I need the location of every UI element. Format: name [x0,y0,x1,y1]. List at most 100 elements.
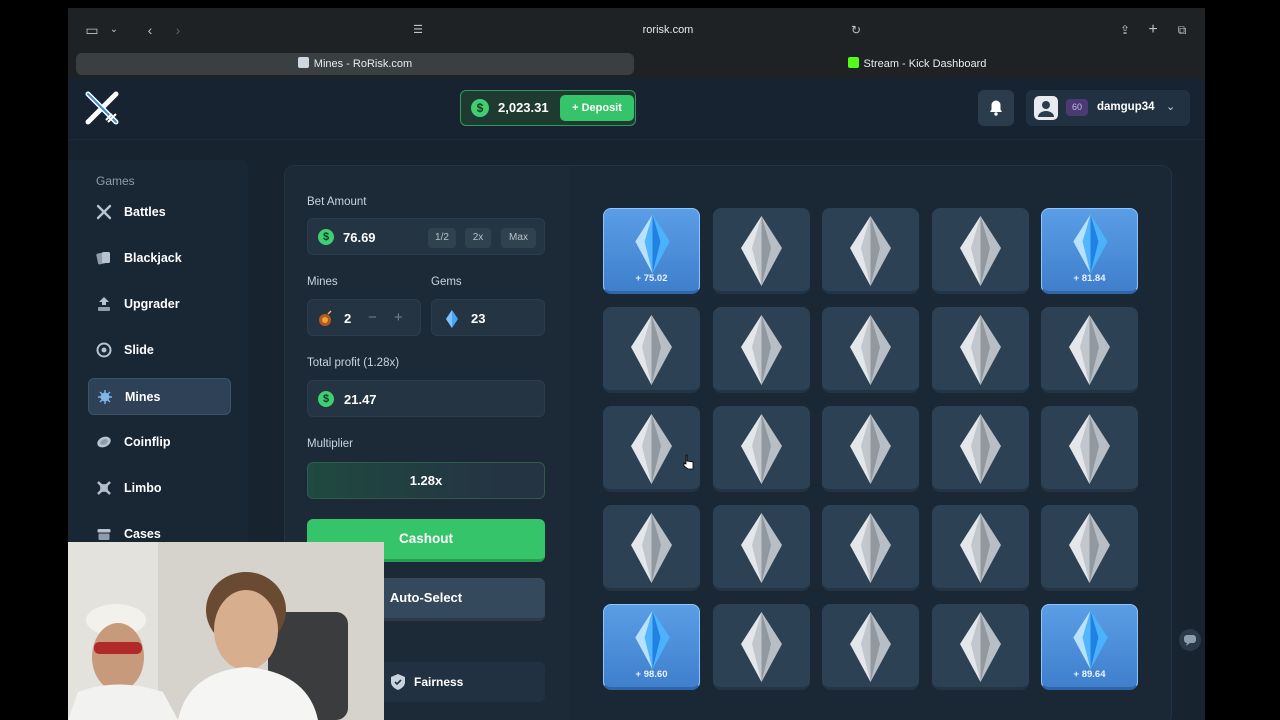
blue-gem-icon [635,610,670,670]
sidebar-item-battles[interactable]: Battles [88,194,231,231]
total-profit-label: Total profit (1.28x) [307,357,400,369]
silver-gem-icon [850,513,891,583]
user-silhouette-icon [1038,101,1054,117]
crossed-swords-icon [96,204,112,220]
sidebar-item-label: Slide [124,343,154,357]
increment-button[interactable]: + [394,309,403,326]
new-tab-icon[interactable]: + [1143,20,1163,40]
silver-gem-icon [850,216,891,286]
hidden-tile[interactable] [1041,406,1138,492]
rorisk-favicon-icon [297,57,309,68]
dollar-coin-icon: $ [471,99,489,117]
rorisk-logo[interactable] [84,90,120,126]
hidden-tile[interactable] [712,307,810,393]
decrement-button[interactable]: − [368,309,377,326]
user-menu[interactable]: 60 damgup34 ⌄ [1026,90,1190,126]
sidebar-item-blackjack[interactable]: Blackjack [88,240,231,277]
reader-icon[interactable]: ☰ [408,20,428,40]
chevron-down-icon: ⌄ [1166,101,1176,113]
hidden-tile[interactable] [1041,307,1138,393]
gem-payout-value: + 75.02 [635,273,668,284]
reload-icon[interactable]: ↻ [846,20,866,40]
max-bet-button[interactable]: Max [501,228,536,248]
sidebar-item-label: Cases [124,527,161,541]
hidden-tile[interactable] [822,208,919,294]
fairness-label: Fairness [414,675,464,689]
bet-amount-field[interactable]: $ 76.69 1/2 2x Max [307,218,545,255]
hidden-tile[interactable] [603,505,700,591]
silver-gem-icon [740,414,782,484]
hidden-tile[interactable] [712,505,810,591]
tab-label: Mines - RoRisk.com [313,58,413,70]
blue-gem-icon [635,214,670,274]
chat-button[interactable] [1179,629,1201,651]
hidden-tile[interactable] [1041,505,1138,591]
deposit-button[interactable]: + Deposit [560,95,634,121]
back-icon[interactable]: ‹ [140,20,160,40]
double-bet-button[interactable]: 2x [465,228,491,248]
mines-stepper[interactable]: 2 − + [307,299,421,336]
hidden-tile[interactable] [712,208,810,294]
bell-icon [990,100,1002,116]
balance-amount: 2,023.31 [498,100,549,115]
tab-bar: Mines - RoRisk.com Stream - Kick Dashboa… [68,52,1205,78]
silver-gem-icon [740,612,782,682]
hidden-tile[interactable] [822,604,919,690]
silver-gem-icon [631,315,672,385]
silver-gem-icon [631,414,672,484]
share-icon[interactable]: ⇪ [1115,20,1135,40]
limbo-icon [97,481,111,495]
sidebar-item-label: Mines [125,390,161,404]
notifications-button[interactable] [978,90,1014,126]
hidden-tile[interactable] [712,604,810,690]
sidebar-item-upgrader[interactable]: Upgrader [88,286,231,323]
revealed-gem-tile[interactable]: + 98.60 [603,604,700,690]
hidden-tile[interactable] [931,307,1029,393]
silver-gem-icon [959,315,1001,385]
chevron-down-icon[interactable]: ⌄ [104,20,124,40]
blue-gem-icon [1073,214,1108,274]
silver-gem-icon [1069,513,1110,583]
bet-amount-value[interactable]: 76.69 [343,230,376,245]
sidebar-item-coinflip[interactable]: Coinflip [88,424,231,461]
revealed-gem-tile[interactable]: + 81.84 [1041,208,1138,294]
hidden-tile[interactable] [931,604,1029,690]
hidden-tile[interactable] [931,208,1029,294]
case-icon [97,529,111,540]
half-bet-button[interactable]: 1/2 [428,228,456,248]
sidebar-item-label: Blackjack [124,251,182,265]
hidden-tile[interactable] [822,307,919,393]
hidden-tile[interactable] [822,406,919,492]
mine-icon [98,390,112,404]
hidden-tile[interactable] [822,505,919,591]
revealed-gem-tile[interactable]: + 75.02 [603,208,700,294]
tab-kick-dashboard[interactable]: Stream - Kick Dashboard [636,53,1198,75]
avatar [1034,96,1058,120]
cards-icon [96,252,110,265]
revealed-gem-tile[interactable]: + 89.64 [1041,604,1138,690]
address-bar[interactable]: rorisk.com [468,20,868,40]
hidden-tile[interactable] [712,406,810,492]
mouse-cursor-icon [683,454,694,470]
silver-gem-icon [850,414,891,484]
forward-icon[interactable]: › [168,20,188,40]
tab-mines[interactable]: Mines - RoRisk.com [76,53,634,75]
hidden-tile[interactable] [603,406,700,492]
silver-gem-icon [740,216,782,286]
hidden-tile[interactable] [931,406,1029,492]
sidebar-item-limbo[interactable]: Limbo [88,470,231,507]
deposit-label: Deposit [581,102,622,114]
sidebar-item-mines[interactable]: Mines [88,378,231,415]
sidebar-toggle-icon[interactable]: ▭ [82,20,102,40]
hidden-tile[interactable] [603,307,700,393]
sidebar-item-slide[interactable]: Slide [88,332,231,369]
gem-payout-value: + 81.84 [1073,273,1106,284]
site-header: $ 2,023.31 + Deposit 60 damgup34 ⌄ [68,78,1205,140]
silver-gem-icon [740,513,782,583]
level-badge: 60 [1066,99,1088,116]
mines-count: 2 [344,311,352,326]
browser-toolbar: ▭ ⌄ ‹ › ☰ rorisk.com ↻ ⇪ + ⧉ [68,8,1205,52]
tab-overview-icon[interactable]: ⧉ [1172,20,1192,40]
hidden-tile[interactable] [931,505,1029,591]
gem-payout-value: + 98.60 [635,669,668,680]
